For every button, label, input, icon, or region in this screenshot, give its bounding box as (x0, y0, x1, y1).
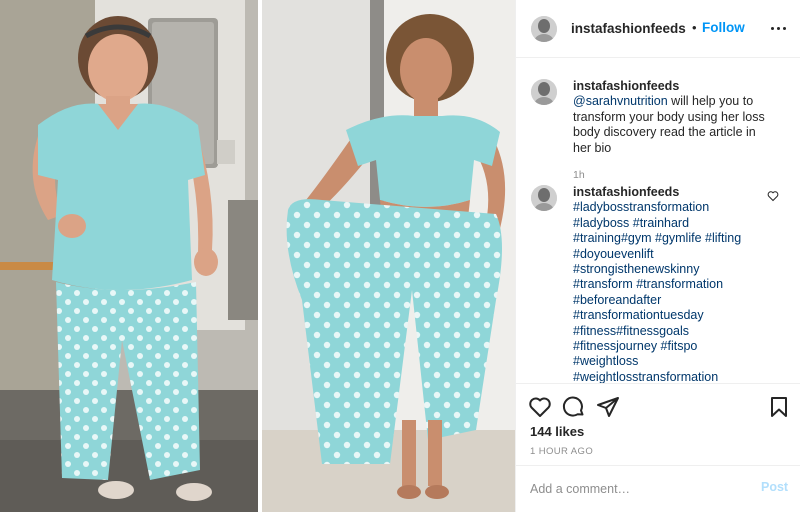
hashtag-line[interactable]: #weightloss (573, 354, 773, 369)
post-header: instafashionfeeds • Follow (516, 0, 800, 58)
comment-bubble-icon[interactable] (562, 395, 586, 419)
post-actions: 144 likes 1 HOUR AGO (516, 383, 800, 465)
like-count[interactable]: 144 likes (530, 424, 584, 439)
post-image[interactable] (0, 0, 515, 512)
post-sidebar: instafashionfeeds • Follow instafashionf… (515, 0, 800, 512)
hashtag-text-block: instafashionfeeds #ladybosstransformatio… (573, 185, 773, 383)
after-photo (262, 0, 515, 512)
caption-text-block: instafashionfeeds @sarahvnutrition will … (573, 79, 773, 183)
add-comment-bar: Post (516, 465, 800, 512)
hashtag-line[interactable]: #fitnessjourney #fitspo (573, 339, 773, 354)
before-photo-illustration (0, 0, 258, 512)
avatar-image (531, 79, 557, 105)
like-heart-icon[interactable] (528, 395, 552, 419)
comment-icon (562, 396, 584, 417)
hashtag-line[interactable]: #transformationtuesday (573, 308, 773, 323)
after-photo-illustration (262, 0, 515, 512)
save-bookmark-icon[interactable] (767, 395, 791, 419)
hashtag-line[interactable]: #strongisthenewskinny (573, 262, 773, 277)
hashtag-line[interactable]: #ladyboss #trainhard (573, 216, 773, 231)
bookmark-icon (771, 397, 787, 417)
header-username[interactable]: instafashionfeeds (571, 21, 686, 36)
hashtag-line[interactable]: #weightlosstransformation (573, 370, 773, 383)
more-options-icon[interactable] (769, 22, 789, 34)
heart-outline-icon (767, 191, 779, 202)
comments-list[interactable]: instafashionfeeds @sarahvnutrition will … (516, 59, 800, 383)
comment-like-heart-icon[interactable] (767, 189, 779, 202)
avatar[interactable] (531, 16, 557, 42)
paper-plane-icon (597, 397, 619, 417)
caption-mention[interactable]: @sarahvnutrition (573, 94, 668, 108)
caption-username[interactable]: instafashionfeeds (573, 79, 679, 93)
post-comment-button[interactable]: Post (761, 480, 788, 494)
hashtag-line[interactable]: #transform #transformation (573, 277, 773, 292)
comment-input[interactable] (530, 479, 750, 499)
avatar-image (531, 185, 557, 211)
before-photo (0, 0, 258, 512)
heart-icon (529, 397, 551, 417)
share-send-icon[interactable] (596, 395, 620, 419)
separator-dot: • (692, 20, 697, 35)
follow-button[interactable]: Follow (702, 20, 745, 35)
comment-username[interactable]: instafashionfeeds (573, 185, 679, 199)
post-timestamp[interactable]: 1 HOUR AGO (530, 446, 593, 457)
hashtag-line[interactable]: #fitness#fitnessgoals (573, 324, 773, 339)
hashtag-line[interactable]: #training#gym #gymlife #lifting (573, 231, 773, 246)
hashtag-line[interactable]: #doyouevenlift (573, 247, 773, 262)
caption-timestamp[interactable]: 1h (573, 168, 773, 183)
hashtag-line[interactable]: #ladybosstransformation (573, 200, 773, 215)
avatar[interactable] (531, 79, 557, 105)
avatar-image (531, 16, 557, 42)
avatar[interactable] (531, 185, 557, 211)
hashtag-line[interactable]: #beforeandafter (573, 293, 773, 308)
